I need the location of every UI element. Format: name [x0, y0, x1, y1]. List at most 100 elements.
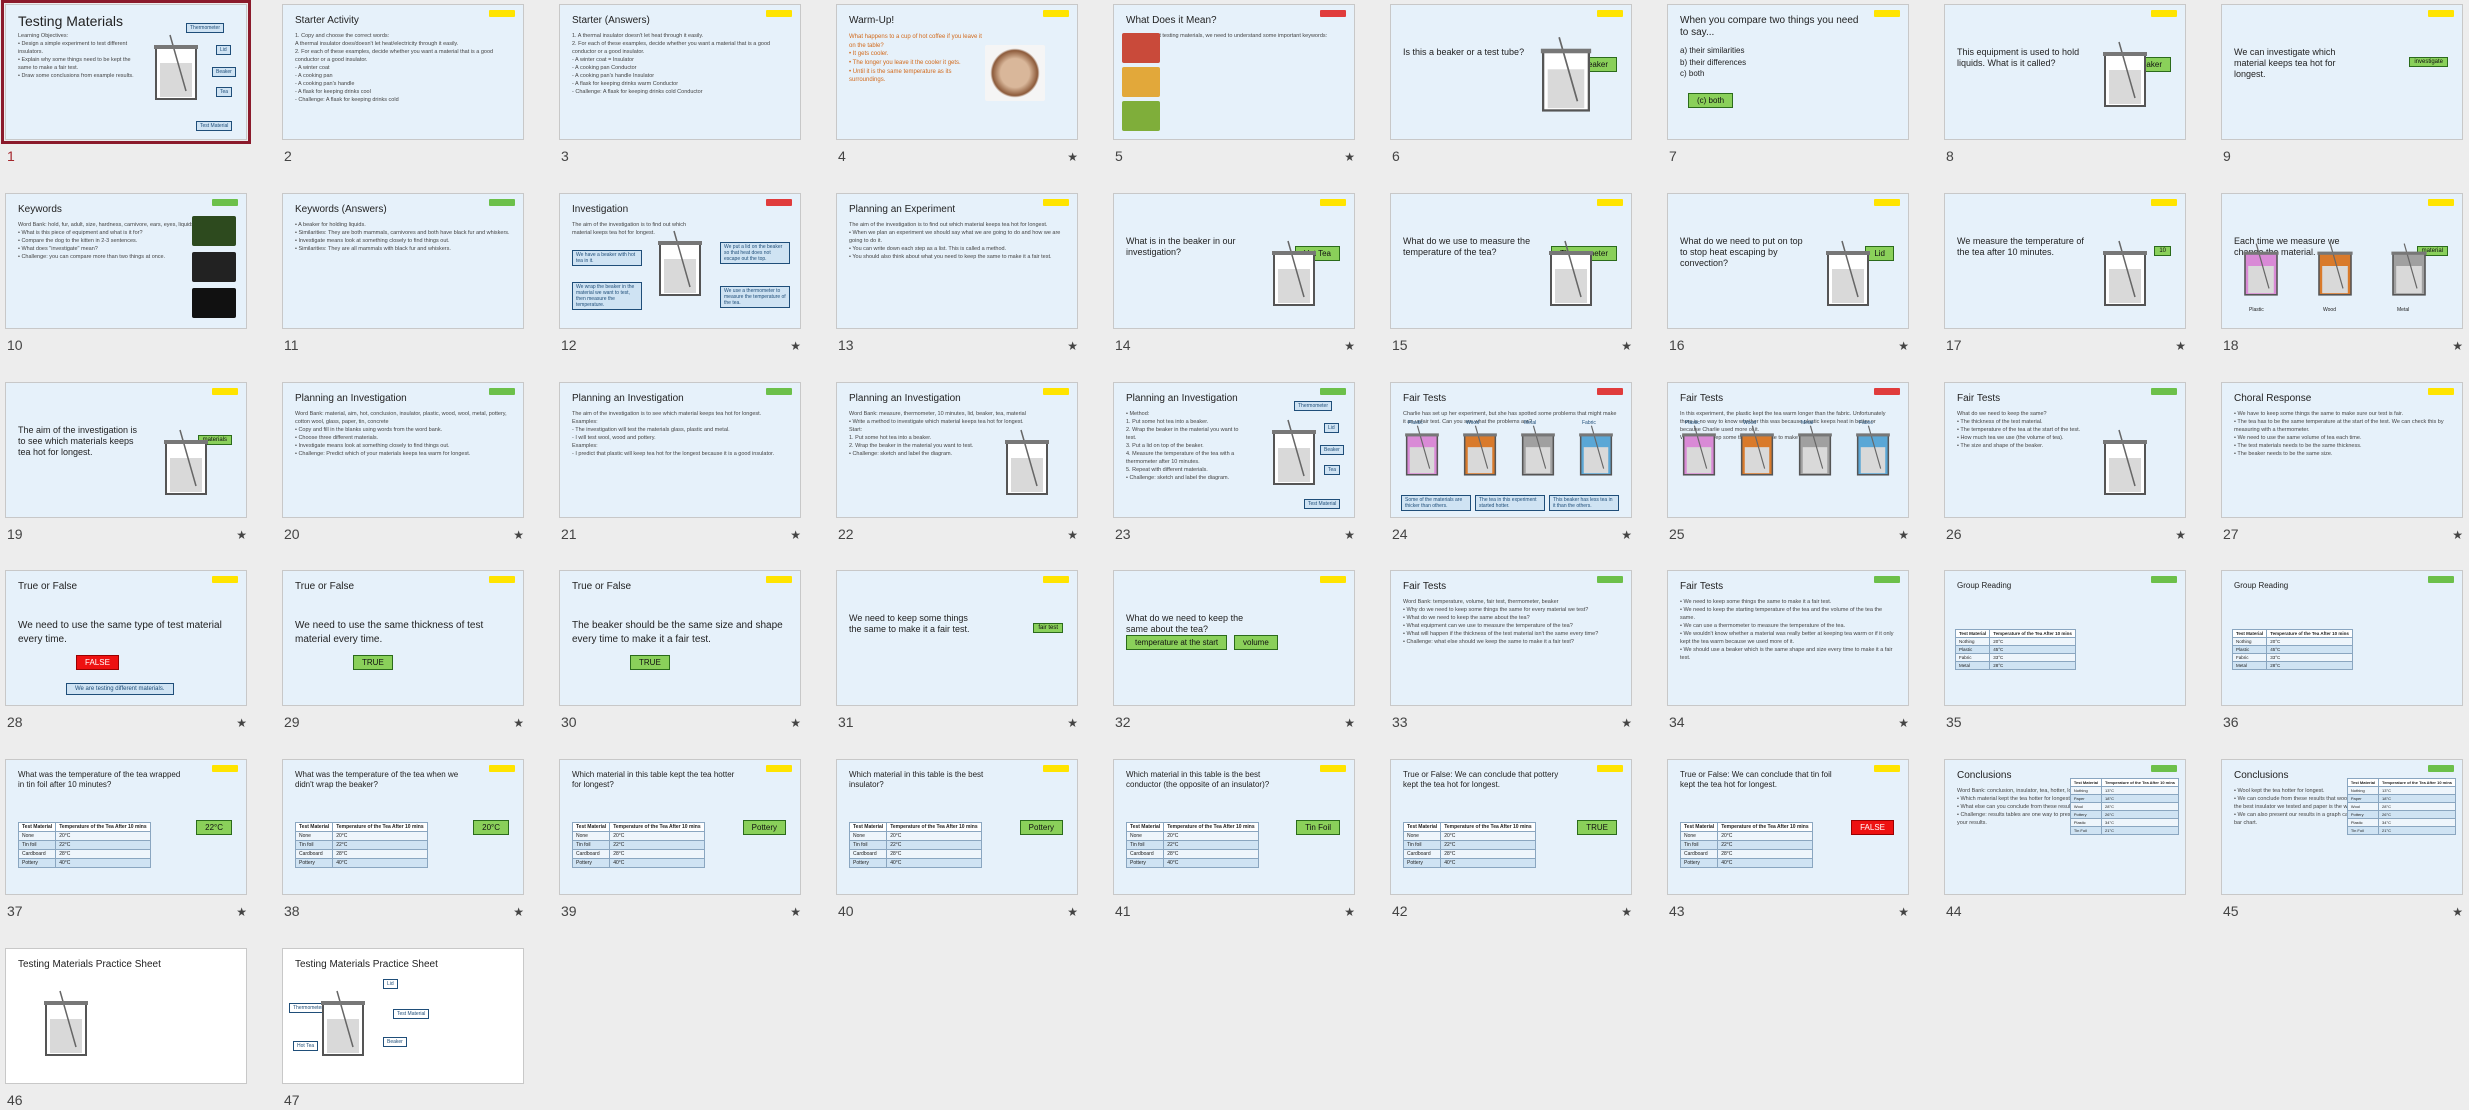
- slide-number: 44: [1946, 903, 1962, 919]
- slide-thumbnail[interactable]: The aim of the investigation is to see w…: [5, 382, 247, 518]
- slide-thumbnail[interactable]: Planning an Investigation Word Bank: mate…: [282, 382, 524, 518]
- slide-thumbnail[interactable]: We can investigate which material keeps …: [2221, 4, 2463, 140]
- beaker-illustration: [658, 230, 702, 296]
- slide-title: Planning an Experiment: [849, 204, 956, 215]
- table-cell: None: [17, 831, 57, 841]
- slide-thumbnail[interactable]: True or False: We can conclude that tin …: [1667, 759, 1909, 895]
- table-cell: 20°C: [1163, 831, 1259, 841]
- slide-thumbnail[interactable]: Warm-Up! What happens to a cup of hot cof…: [836, 4, 1078, 140]
- slide-transition-star-icon: ★: [1898, 905, 1909, 919]
- table-cell: Wool: [2069, 802, 2103, 811]
- slide-transition-star-icon: ★: [1344, 716, 1355, 730]
- answer-box: Tin Foil: [1296, 820, 1340, 835]
- slide-number: 33: [1392, 714, 1408, 730]
- slide-thumbnail[interactable]: Choral Response • We have to keep some th…: [2221, 382, 2463, 518]
- slide-thumbnail[interactable]: Keywords (Answers) • A beaker for holding…: [282, 193, 524, 329]
- slide-thumbnail[interactable]: Which material in this table is the best…: [836, 759, 1078, 895]
- table-row: Plastic 34°C: [2346, 818, 2456, 827]
- slide-number: 42: [1392, 903, 1408, 919]
- slide-thumbnail[interactable]: True or False The beaker should be the sa…: [559, 570, 801, 706]
- table-cell: 28°C: [2101, 802, 2179, 811]
- slide-thumbnail[interactable]: Investigation The aim of the investigatio…: [559, 193, 801, 329]
- slide-badge: [212, 576, 238, 583]
- slide-body-text: Learning Objectives: • Design a simple e…: [18, 33, 134, 79]
- slide-body-text: The aim of the investigation is to see w…: [572, 411, 775, 457]
- slide-thumbnail[interactable]: True or False We need to use the same typ…: [5, 570, 247, 706]
- table-header: Test Material: [1125, 822, 1165, 832]
- slide-thumbnail[interactable]: What do we use to measure the temperatur…: [1390, 193, 1632, 329]
- table-row: Cardboard 28°C: [294, 849, 428, 859]
- slide-thumbnail[interactable]: Conclusions • Wool kept the tea hotter fo…: [2221, 759, 2463, 895]
- slide-thumbnail[interactable]: We need to keep some things the same to …: [836, 570, 1078, 706]
- slide-thumbnail[interactable]: Planning an Experiment The aim of the inv…: [836, 193, 1078, 329]
- slide-thumbnail[interactable]: Group Reading Test Material Temperature of…: [1944, 570, 2186, 706]
- slide-thumbnail[interactable]: What is in the beaker in our investigati…: [1113, 193, 1355, 329]
- slide-number: 8: [1946, 148, 1954, 164]
- answer-box: temperature at the start: [1126, 635, 1228, 650]
- diagram-label: Tea: [1324, 465, 1341, 475]
- table-cell: Wool: [2346, 802, 2380, 811]
- slide-thumbnail[interactable]: When you compare two things you need to …: [1667, 4, 1909, 140]
- slide-thumbnail[interactable]: Conclusions Word Bank: conclusion, insula…: [1944, 759, 2186, 895]
- table-row: Nothing 20°C: [1954, 637, 2076, 646]
- table-row: Wool 28°C: [2346, 802, 2456, 811]
- slide-thumbnail[interactable]: Group Reading Test Material Temperature of…: [2221, 570, 2463, 706]
- slide-thumbnail[interactable]: Fair Tests Charlie has set up her experim…: [1390, 382, 1632, 518]
- slide-thumbnail[interactable]: Fair Tests In this experiment, the plasti…: [1667, 382, 1909, 518]
- slide-thumbnail[interactable]: What was the temperature of the tea when…: [282, 759, 524, 895]
- diagram-label: Beaker: [1320, 445, 1344, 455]
- slide-thumbnail[interactable]: Planning an Investigation The aim of the …: [559, 382, 801, 518]
- slide-transition-star-icon: ★: [1621, 905, 1632, 919]
- table-cell: None: [1402, 831, 1442, 841]
- table-header: Test Material: [2346, 778, 2380, 787]
- slide-body-text: a) their similarities b) their differenc…: [1680, 46, 1747, 79]
- slide-thumbnail[interactable]: What do we need to keep the same about t…: [1113, 570, 1355, 706]
- slide-badge: [1320, 765, 1346, 772]
- slide-thumbnail[interactable]: Starter (Answers) 1. A thermal insulator …: [559, 4, 801, 140]
- slide-thumbnail[interactable]: Fair Tests • We need to keep some things …: [1667, 570, 1909, 706]
- slide-thumbnail[interactable]: What was the temperature of the tea wrap…: [5, 759, 247, 895]
- slide-title: Starter (Answers): [572, 15, 650, 26]
- table-row: Nothing 13°C: [2069, 786, 2179, 795]
- slide-thumbnail[interactable]: Which material in this table is the best…: [1113, 759, 1355, 895]
- slide-thumbnail[interactable]: Starter Activity 1. Copy and choose the c…: [282, 4, 524, 140]
- table-cell: 18°C: [2378, 794, 2456, 803]
- slide-number: 45: [2223, 903, 2239, 919]
- slide-thumbnail[interactable]: True or False We need to use the same thi…: [282, 570, 524, 706]
- beaker-illustration: [321, 990, 365, 1056]
- table-cell: Paper: [2346, 794, 2380, 803]
- slide-thumbnail[interactable]: This equipment is used to hold liquids. …: [1944, 4, 2186, 140]
- slide-thumbnail[interactable]: Is this a beaker or a test tube? Beaker: [1390, 4, 1632, 140]
- slide-thumbnail[interactable]: Testing Materials Practice Sheet Lid Therm…: [282, 948, 524, 1084]
- slide-thumbnail[interactable]: We measure the temperature of the tea af…: [1944, 193, 2186, 329]
- slide-thumbnail[interactable]: True or False: We can conclude that pott…: [1390, 759, 1632, 895]
- table-row: None 20°C: [294, 831, 428, 841]
- table-cell: Cardboard: [571, 849, 611, 859]
- slide-body-text: • We need to keep some things the same t…: [1680, 599, 1894, 661]
- slide-title: Group Reading: [1957, 581, 2012, 590]
- slide-thumbnail[interactable]: Which material in this table kept the te…: [559, 759, 801, 895]
- slide-thumbnail[interactable]: Fair Tests What do we need to keep the sa…: [1944, 382, 2186, 518]
- slide-thumbnail[interactable]: Fair Tests Word Bank: temperature, volume…: [1390, 570, 1632, 706]
- slide-thumbnail[interactable]: Planning an Investigation Word Bank: meas…: [836, 382, 1078, 518]
- slide-thumbnail[interactable]: Testing Materials Learning Objectives: • …: [1, 0, 251, 144]
- slide-thumbnail[interactable]: Planning an Investigation • Method: 1. Pu…: [1113, 382, 1355, 518]
- answer-box: 20°C: [473, 820, 509, 835]
- table-row: Tin Foil 21°C: [2069, 826, 2179, 835]
- slide-body-text: • Method: 1. Put some hot tea into a bea…: [1126, 411, 1239, 481]
- slide-thumbnail[interactable]: Each time we measure we change the mater…: [2221, 193, 2463, 329]
- slide-thumbnail[interactable]: What Does it Mean?To learn about testing…: [1113, 4, 1355, 140]
- slide-badge: [766, 199, 792, 206]
- slide-title: We can investigate which material keeps …: [2234, 47, 2336, 79]
- table-cell: 21°C: [2101, 826, 2179, 835]
- slide-thumbnail[interactable]: Testing Materials Practice Sheet: [5, 948, 247, 1084]
- slide-thumbnail[interactable]: Keywords Word Bank: hold, fur, adult, siz…: [5, 193, 247, 329]
- slide-number: 46: [7, 1092, 23, 1108]
- slide-badge: [2428, 576, 2454, 583]
- beaker-illustration: [1463, 425, 1497, 476]
- slide-badge: [2428, 10, 2454, 17]
- slide-thumbnail[interactable]: What do we need to put on top to stop he…: [1667, 193, 1909, 329]
- table-cell: None: [571, 831, 611, 841]
- table-header: Test Material: [2231, 629, 2268, 638]
- diagram-label: Wood: [2323, 307, 2336, 313]
